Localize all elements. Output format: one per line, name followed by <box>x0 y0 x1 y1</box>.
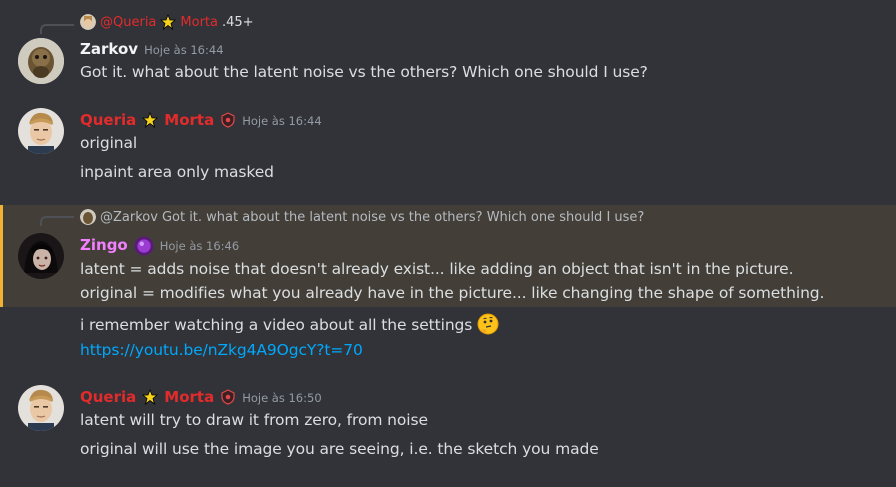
message-header: Zingo Hoje às 16:46 <box>80 236 239 256</box>
message-header: Queria Morta Hoje às 16:44 <box>80 111 322 129</box>
star-icon <box>142 112 159 128</box>
role-orb-icon[interactable] <box>134 236 154 256</box>
avatar-queria[interactable] <box>18 108 64 154</box>
reply-text: Got it. what about the latent noise vs t… <box>161 209 645 225</box>
message-text: original will use the image you are seei… <box>80 440 599 458</box>
avatar-zingo[interactable] <box>18 233 64 279</box>
reply-mention[interactable]: @Queria <box>100 15 156 30</box>
reply-avatar-queria <box>80 14 96 30</box>
star-icon <box>160 14 177 30</box>
author-name[interactable]: Queria <box>80 111 136 129</box>
reply-connector <box>40 216 74 226</box>
message-text: i remember watching a video about all th… <box>80 313 499 335</box>
reply-preview[interactable]: @Zarkov Got it. what about the latent no… <box>80 209 644 225</box>
chat-log: @Queria Morta .45+ Zarkov Hoje às 16:44 … <box>0 0 896 487</box>
message-text: original = modifies what you already hav… <box>80 284 825 302</box>
author-name-suffix[interactable]: Morta <box>164 388 214 406</box>
avatar-zarkov[interactable] <box>18 38 64 84</box>
reply-preview[interactable]: @Queria Morta .45+ <box>80 14 254 30</box>
reply-text: .45+ <box>221 14 254 30</box>
timestamp[interactable]: Hoje às 16:44 <box>242 114 321 128</box>
role-shield-icon[interactable] <box>220 112 236 128</box>
timestamp[interactable]: Hoje às 16:46 <box>160 239 239 253</box>
message-text: inpaint area only masked <box>80 163 274 181</box>
author-name[interactable]: Queria <box>80 388 136 406</box>
message-text: latent will try to draw it from zero, fr… <box>80 411 428 429</box>
author-name-suffix[interactable]: Morta <box>164 111 214 129</box>
message-text-content: i remember watching a video about all th… <box>80 316 473 334</box>
star-icon <box>142 389 159 405</box>
message-text: latent = adds noise that doesn't already… <box>80 260 794 278</box>
author-name[interactable]: Zingo <box>80 236 128 254</box>
avatar-queria[interactable] <box>18 385 64 431</box>
message-header: Queria Morta Hoje às 16:50 <box>80 388 322 406</box>
message-text: Got it. what about the latent noise vs t… <box>80 63 648 81</box>
timestamp[interactable]: Hoje às 16:44 <box>144 43 223 57</box>
author-name[interactable]: Zarkov <box>80 40 138 58</box>
reply-avatar-zarkov <box>80 209 96 225</box>
youtube-link[interactable]: https://youtu.be/nZkg4A9OgcY?t=70 <box>80 341 363 359</box>
thinking-emoji[interactable] <box>477 313 499 335</box>
message-header: Zarkov Hoje às 16:44 <box>80 40 224 58</box>
reply-connector <box>40 24 74 34</box>
role-shield-icon[interactable] <box>220 389 236 405</box>
message-text: original <box>80 134 138 152</box>
message-link[interactable]: https://youtu.be/nZkg4A9OgcY?t=70 <box>80 341 363 359</box>
reply-mention[interactable]: @Zarkov <box>100 210 158 225</box>
reply-mention-suffix: Morta <box>180 14 218 30</box>
timestamp[interactable]: Hoje às 16:50 <box>242 391 321 405</box>
